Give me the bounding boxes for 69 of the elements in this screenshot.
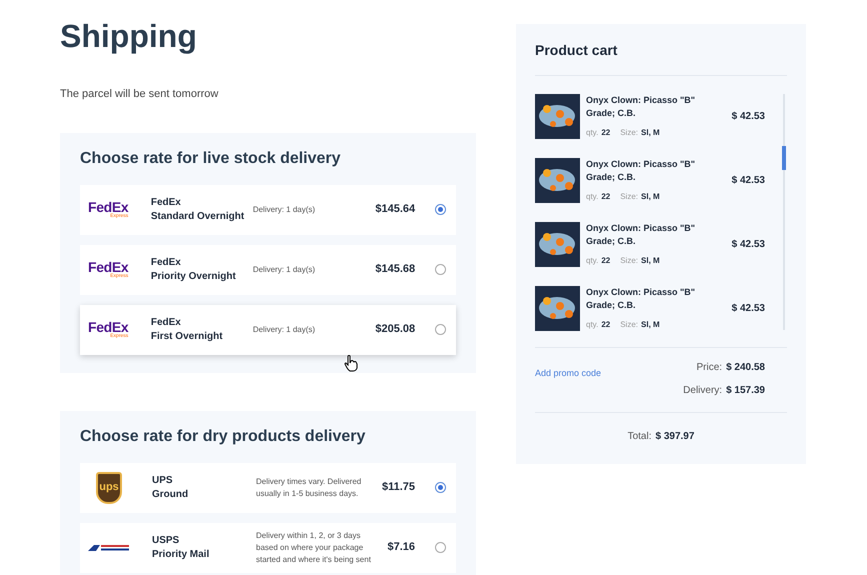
size-label: Size: bbox=[620, 319, 638, 331]
rate-price: $145.68 bbox=[375, 262, 416, 278]
radio-button[interactable] bbox=[435, 204, 446, 215]
delivery-time: Delivery: 1 day(s) bbox=[252, 204, 316, 214]
qty-value: 22 bbox=[601, 319, 610, 331]
radio-button[interactable] bbox=[435, 482, 446, 493]
price-value: $ 240.58 bbox=[726, 361, 765, 375]
size-value: Sl, M bbox=[641, 191, 660, 203]
delivery-time: Delivery times vary. Delivered usually in 1-5 business days. bbox=[256, 476, 362, 498]
product-price: $ 42.53 bbox=[732, 238, 765, 252]
service-name: Ground bbox=[152, 488, 188, 502]
rate-price: $205.08 bbox=[375, 322, 416, 338]
size-label: Size: bbox=[620, 127, 638, 139]
carrier-name: FedEx bbox=[150, 316, 181, 330]
clownfish-thumbnail bbox=[535, 158, 580, 203]
cart-title: Product cart bbox=[535, 41, 618, 60]
carrier-name: UPS bbox=[152, 474, 173, 488]
qty-value: 22 bbox=[601, 191, 610, 203]
size-label: Size: bbox=[620, 191, 638, 203]
size-value: Sl, M bbox=[641, 255, 660, 267]
qty-label: qty. bbox=[586, 127, 598, 139]
product-name: Onyx Clown: Picasso "B" Grade; C.B. bbox=[586, 286, 696, 312]
subtitle: The parcel will be sent tomorrow bbox=[60, 87, 218, 102]
size-label: Size: bbox=[620, 255, 638, 267]
panel-heading: Choose rate for dry products delivery bbox=[80, 426, 366, 446]
delivery-time: Delivery within 1, 2, or 3 days based on where your package started and where it's being sent bbox=[256, 530, 371, 564]
price-label: Delivery: bbox=[683, 384, 722, 398]
promo-code-link[interactable]: Add promo code bbox=[535, 368, 602, 378]
delivery-time: Delivery: 1 day(s) bbox=[252, 324, 316, 334]
carrier-name: FedEx bbox=[150, 256, 181, 270]
carrier-name: USPS bbox=[152, 534, 180, 548]
radio-button[interactable] bbox=[435, 264, 446, 275]
service-name: Priority Mail bbox=[152, 548, 210, 562]
radio-button[interactable] bbox=[435, 324, 446, 335]
size-value: Sl, M bbox=[641, 127, 660, 139]
product-price: $ 42.53 bbox=[732, 174, 765, 188]
price-value: $ 157.39 bbox=[726, 384, 765, 398]
clownfish-thumbnail bbox=[535, 94, 580, 139]
page-title: Shipping bbox=[60, 17, 197, 56]
ups-logo: ups bbox=[96, 472, 122, 504]
qty-value: 22 bbox=[601, 255, 610, 267]
service-name: Priority Overnight bbox=[150, 270, 236, 284]
product-price: $ 42.53 bbox=[732, 110, 765, 124]
rate-option[interactable]: USPS Priority Mail Delivery within 1, 2, or 3 days based on where your package started and where it's being sent $7.16 bbox=[80, 522, 456, 572]
rate-price: $11.75 bbox=[382, 480, 415, 496]
qty-value: 22 bbox=[601, 127, 610, 139]
qty-label: qty. bbox=[586, 191, 598, 203]
service-name: Standard Overnight bbox=[150, 210, 244, 224]
product-price: $ 42.53 bbox=[732, 302, 765, 316]
qty-label: qty. bbox=[586, 319, 598, 331]
product-name: Onyx Clown: Picasso "B" Grade; C.B. bbox=[586, 94, 696, 120]
price-label: Price: bbox=[696, 361, 722, 375]
rate-price: $145.64 bbox=[375, 202, 416, 218]
clownfish-thumbnail bbox=[535, 286, 580, 331]
eagle-logo-icon bbox=[88, 542, 130, 552]
size-value: Sl, M bbox=[641, 319, 660, 331]
product-name: Onyx Clown: Picasso "B" Grade; C.B. bbox=[586, 158, 696, 184]
carrier-name: FedEx bbox=[150, 196, 181, 210]
qty-label: qty. bbox=[586, 255, 598, 267]
service-name: First Overnight bbox=[150, 330, 223, 344]
product-name: Onyx Clown: Picasso "B" Grade; C.B. bbox=[586, 222, 696, 248]
panel-heading: Choose rate for live stock delivery bbox=[80, 148, 341, 168]
delivery-time: Delivery: 1 day(s) bbox=[252, 264, 316, 274]
rate-price: $7.16 bbox=[387, 540, 415, 556]
rate-option[interactable]: ups UPS Ground Delivery times vary. Delivered usually in 1-5 business days. $11.75 bbox=[80, 462, 456, 512]
radio-button[interactable] bbox=[435, 542, 446, 553]
total-value: $ 397.97 bbox=[655, 430, 694, 444]
total-label: Total: bbox=[628, 430, 652, 444]
clownfish-thumbnail bbox=[535, 222, 580, 267]
